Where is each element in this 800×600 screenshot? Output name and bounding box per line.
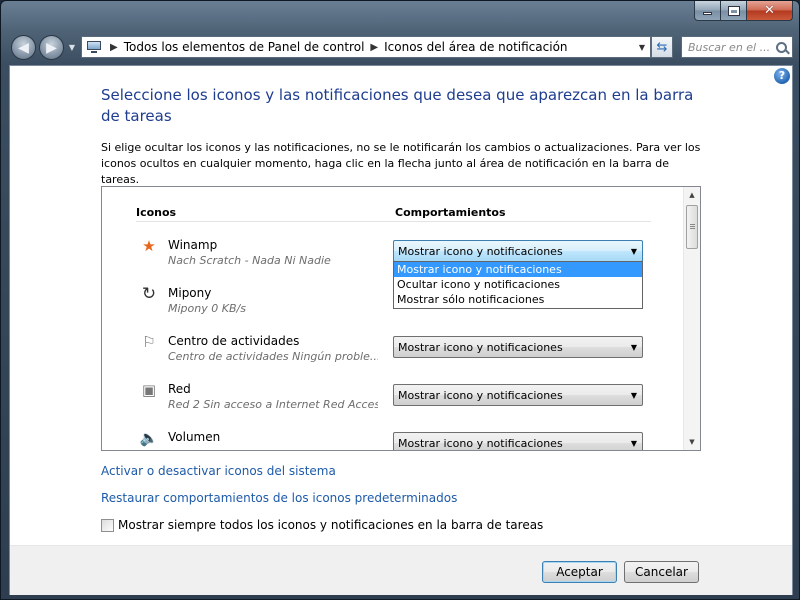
page-description: Si elige ocultar los iconos y las notifi…: [101, 141, 701, 186]
dropdown-option[interactable]: Ocultar icono y notificaciones: [394, 277, 642, 292]
search-input[interactable]: Buscar en el ...: [681, 36, 793, 58]
breadcrumb-control-panel[interactable]: Todos los elementos de Panel de control: [124, 40, 365, 54]
behavior-select-value: Mostrar icono y notificaciones: [398, 340, 563, 354]
breadcrumb-notification-icons[interactable]: Iconos del área de notificación: [384, 40, 567, 54]
list-item: ▣ Red Red 2 Sin acceso a Internet Red Ac…: [102, 379, 682, 427]
item-subtitle: Mipony 0 KB/s: [168, 302, 246, 315]
close-button[interactable]: ✕: [747, 1, 793, 21]
dropdown-option[interactable]: Mostrar icono y notificaciones: [394, 262, 642, 277]
search-placeholder: Buscar en el ...: [688, 40, 771, 54]
control-panel-icon: [86, 40, 104, 54]
refresh-icon: ⇆: [656, 39, 668, 55]
behavior-select[interactable]: Mostrar icono y notificaciones ▼: [393, 432, 643, 450]
scroll-down-icon[interactable]: ▼: [684, 434, 700, 450]
item-subtitle: Centro de actividades Ningún proble...: [168, 350, 378, 363]
list-item: 🔈 Volumen Mostrar icono y notificaciones…: [102, 427, 682, 450]
maximize-icon: [727, 5, 740, 16]
network-icon: ▣: [141, 381, 157, 399]
page-title: Seleccione los iconos y las notificacion…: [101, 86, 694, 125]
item-subtitle: Nach Scratch - Nada Ni Nadie: [168, 254, 331, 267]
list-item: ⚐ Centro de actividades Centro de activi…: [102, 331, 682, 379]
behavior-select[interactable]: Mostrar icono y notificaciones ▼: [393, 240, 643, 262]
system-icons-link[interactable]: Activar o desactivar iconos del sistema: [101, 464, 336, 478]
behavior-select-value: Mostrar icono y notificaciones: [398, 244, 563, 258]
action-center-flag-icon: ⚐: [142, 333, 156, 351]
scroll-thumb[interactable]: [686, 205, 698, 249]
restore-defaults-link[interactable]: Restaurar comportamientos de los iconos …: [101, 491, 457, 505]
breadcrumb-separator-icon[interactable]: ▶: [370, 42, 378, 53]
chevron-down-icon: ▼: [630, 246, 638, 256]
list-item: ★ Winamp Nach Scratch - Nada Ni Nadie Mo…: [102, 235, 682, 309]
item-name: Centro de actividades: [168, 334, 300, 348]
behavior-select[interactable]: Mostrar icono y notificaciones ▼: [393, 336, 643, 358]
item-name: Winamp: [168, 238, 218, 252]
behavior-select-value: Mostrar icono y notificaciones: [398, 388, 563, 402]
chevron-down-icon: ▼: [630, 438, 638, 448]
search-icon: [776, 41, 787, 53]
winamp-star-icon: ★: [142, 237, 156, 255]
notification-icons-list: Iconos Comportamientos ★ Winamp Nach Scr…: [101, 186, 701, 451]
column-header-behaviors: Comportamientos: [395, 206, 506, 219]
chevron-down-icon: ▼: [630, 390, 638, 400]
window-frame: ✕ ◀ ▶ ▼ ▶ Todos los elementos de Panel d…: [0, 0, 800, 600]
close-icon: ✕: [764, 3, 775, 18]
item-subtitle: Red 2 Sin acceso a Internet Red Acces...: [168, 398, 378, 411]
behavior-select-value: Mostrar icono y notificaciones: [398, 436, 563, 450]
help-icon[interactable]: ?: [774, 68, 790, 84]
forward-arrow-icon: ▶: [46, 39, 57, 56]
behavior-dropdown-list: Mostrar icono y notificaciones Ocultar i…: [393, 261, 643, 309]
item-name: Mipony: [168, 286, 212, 300]
mipony-icon: ↻: [141, 284, 157, 304]
speaker-icon: 🔈: [139, 429, 159, 447]
breadcrumb-separator-icon[interactable]: ▶: [110, 42, 118, 53]
ok-button[interactable]: Aceptar: [542, 561, 617, 583]
list-scrollbar[interactable]: ▲ ▼: [683, 187, 700, 450]
behavior-select[interactable]: Mostrar icono y notificaciones ▼: [393, 384, 643, 406]
back-button[interactable]: ◀: [11, 35, 36, 60]
content-pane: ? Seleccione los iconos y las notificaci…: [9, 65, 793, 595]
item-name: Volumen: [168, 430, 221, 444]
column-header-icons: Iconos: [136, 206, 177, 219]
maximize-button[interactable]: [721, 1, 747, 21]
cancel-button[interactable]: Cancelar: [624, 561, 699, 583]
header-divider: [136, 221, 651, 222]
address-bar[interactable]: ▶ Todos los elementos de Panel de contro…: [81, 36, 651, 58]
always-show-all-checkbox[interactable]: [101, 518, 114, 532]
back-arrow-icon: ◀: [18, 39, 29, 56]
chevron-down-icon: ▼: [630, 342, 638, 352]
recent-pages-dropdown[interactable]: ▼: [67, 43, 77, 53]
scroll-up-icon[interactable]: ▲: [684, 187, 700, 203]
minimize-button[interactable]: [694, 1, 721, 21]
always-show-all-row[interactable]: Mostrar siempre todos los iconos y notif…: [101, 518, 543, 532]
dropdown-option[interactable]: Mostrar sólo notificaciones: [394, 292, 642, 307]
refresh-button[interactable]: ⇆: [651, 36, 673, 58]
caption-buttons: ✕: [694, 1, 793, 21]
minimize-icon: [703, 12, 712, 15]
item-name: Red: [168, 382, 191, 396]
forward-button[interactable]: ▶: [39, 35, 64, 60]
always-show-all-label[interactable]: Mostrar siempre todos los iconos y notif…: [118, 518, 543, 532]
chevron-down-icon[interactable]: ▼: [634, 43, 650, 52]
